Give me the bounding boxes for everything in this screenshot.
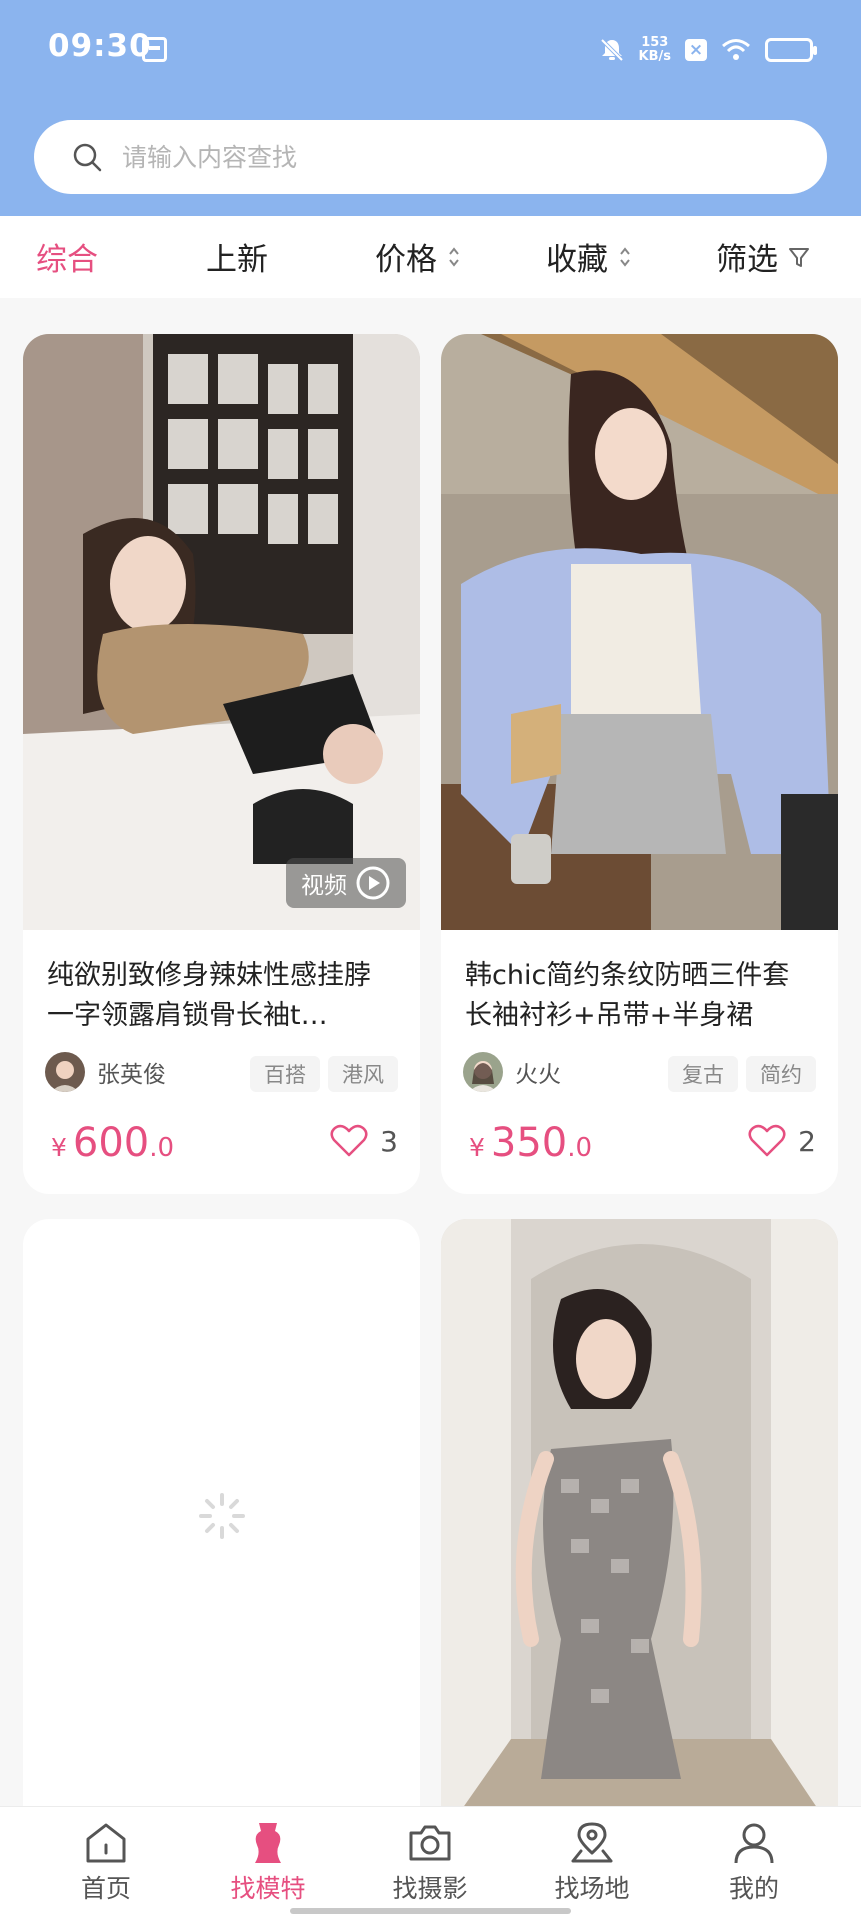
product-title: 纯欲别致修身辣妹性感挂脖一字领露肩锁骨长袖t…: [47, 960, 371, 1031]
filter-tabs: 综合 上新 价格 收藏 筛选: [0, 216, 861, 298]
video-label: 视频: [301, 873, 347, 899]
product-card[interactable]: 韩chic简约条纹防晒三件套长袖衬衫+吊带+半身裙 火火 复古 简约 ¥ 350…: [441, 334, 838, 1194]
price-decimal: .0: [567, 1133, 593, 1163]
nav-find-photographer[interactable]: 找摄影: [365, 1821, 495, 1905]
product-card-loading[interactable]: [23, 1219, 420, 1839]
battery-icon: [765, 38, 817, 62]
author[interactable]: 火火: [463, 1052, 561, 1092]
heart-icon: [748, 1124, 786, 1157]
avatar: [45, 1052, 85, 1092]
user-icon: [734, 1823, 774, 1864]
product-photo: [441, 334, 838, 930]
nav-label: 首页: [80, 1874, 131, 1903]
price-currency: ¥: [51, 1133, 67, 1162]
tab-label: 收藏: [546, 242, 608, 278]
nav-home[interactable]: 首页: [41, 1821, 171, 1905]
loading-spinner-icon: [199, 1493, 245, 1539]
product-title: 韩chic简约条纹防晒三件套长袖衬衫+吊带+半身裙: [465, 960, 790, 1031]
tab-label: 筛选: [716, 242, 778, 278]
nav-label: 我的: [728, 1874, 779, 1903]
like-count: 3: [380, 1124, 398, 1158]
tab-new[interactable]: 上新: [206, 234, 268, 279]
network-speed-unit: KB/s: [638, 49, 671, 64]
product-photo: [23, 334, 420, 930]
price: ¥ 350 .0: [469, 1120, 592, 1166]
author[interactable]: 张英俊: [45, 1052, 166, 1092]
wifi-icon: [722, 39, 750, 60]
search-bar[interactable]: [34, 120, 827, 194]
heart-icon: [330, 1124, 368, 1157]
product-card[interactable]: 视频 纯欲别致修身辣妹性感挂脖一字领露肩锁骨长袖t… 张英俊 百搭 港风 ¥ 6…: [23, 334, 420, 1194]
filter-icon: [789, 247, 809, 267]
like-button[interactable]: 3: [330, 1124, 398, 1158]
tab-label: 价格: [375, 242, 437, 278]
nav-find-model[interactable]: 找模特: [203, 1821, 333, 1905]
nav-label: 找摄影: [392, 1874, 468, 1903]
tab-filter[interactable]: 筛选: [716, 234, 810, 279]
dress-form-icon: [255, 1823, 281, 1863]
home-indicator[interactable]: [290, 1908, 571, 1914]
product-card[interactable]: [441, 1219, 838, 1839]
tab-label: 上新: [206, 242, 268, 278]
author-name: 火火: [515, 1062, 561, 1088]
price-integer: 350: [490, 1120, 568, 1166]
avatar: [463, 1052, 503, 1092]
price-currency: ¥: [469, 1133, 485, 1162]
home-icon: [86, 1823, 126, 1863]
tag: 简约: [746, 1056, 816, 1092]
status-bar: 09:30 153 KB/s ×: [0, 0, 861, 100]
calendar-notification-icon: [142, 37, 167, 62]
tag-list: 复古 简约: [668, 1056, 816, 1092]
tab-price[interactable]: 价格: [375, 234, 461, 279]
status-time: 09:30: [48, 28, 152, 64]
tag-list: 百搭 港风: [250, 1056, 398, 1092]
tag: 复古: [668, 1056, 738, 1092]
tag: 港风: [328, 1056, 398, 1092]
tab-label: 综合: [36, 242, 98, 278]
nav-find-venue[interactable]: 找场地: [527, 1821, 657, 1905]
sort-icon: [449, 246, 459, 267]
nav-label: 找场地: [554, 1874, 630, 1903]
nav-label: 找模特: [230, 1874, 306, 1903]
tag: 百搭: [250, 1056, 320, 1092]
price: ¥ 600 .0: [51, 1120, 174, 1166]
search-input[interactable]: [122, 134, 802, 180]
video-badge[interactable]: 视频: [286, 858, 406, 908]
product-photo: [441, 1219, 838, 1839]
nav-profile[interactable]: 我的: [689, 1821, 819, 1905]
mute-icon: [600, 38, 623, 62]
network-speed-value: 153: [641, 35, 669, 50]
price-integer: 600: [72, 1120, 150, 1166]
like-button[interactable]: 2: [748, 1124, 816, 1158]
like-count: 2: [798, 1124, 816, 1158]
price-decimal: .0: [149, 1133, 175, 1163]
play-icon: [356, 866, 390, 900]
bottom-nav: 首页 找模特 找摄影 找场地 我的: [0, 1806, 861, 1920]
sort-icon: [620, 246, 630, 267]
search-icon: [73, 143, 102, 172]
author-name: 张英俊: [97, 1062, 166, 1088]
sim-x-icon: ×: [685, 39, 707, 61]
location-icon: [571, 1822, 613, 1863]
tab-comprehensive[interactable]: 综合: [36, 234, 98, 279]
camera-icon: [409, 1825, 451, 1861]
tab-favorites[interactable]: 收藏: [546, 234, 632, 279]
header: 09:30 153 KB/s ×: [0, 0, 861, 216]
network-speed: 153 KB/s: [639, 36, 671, 64]
